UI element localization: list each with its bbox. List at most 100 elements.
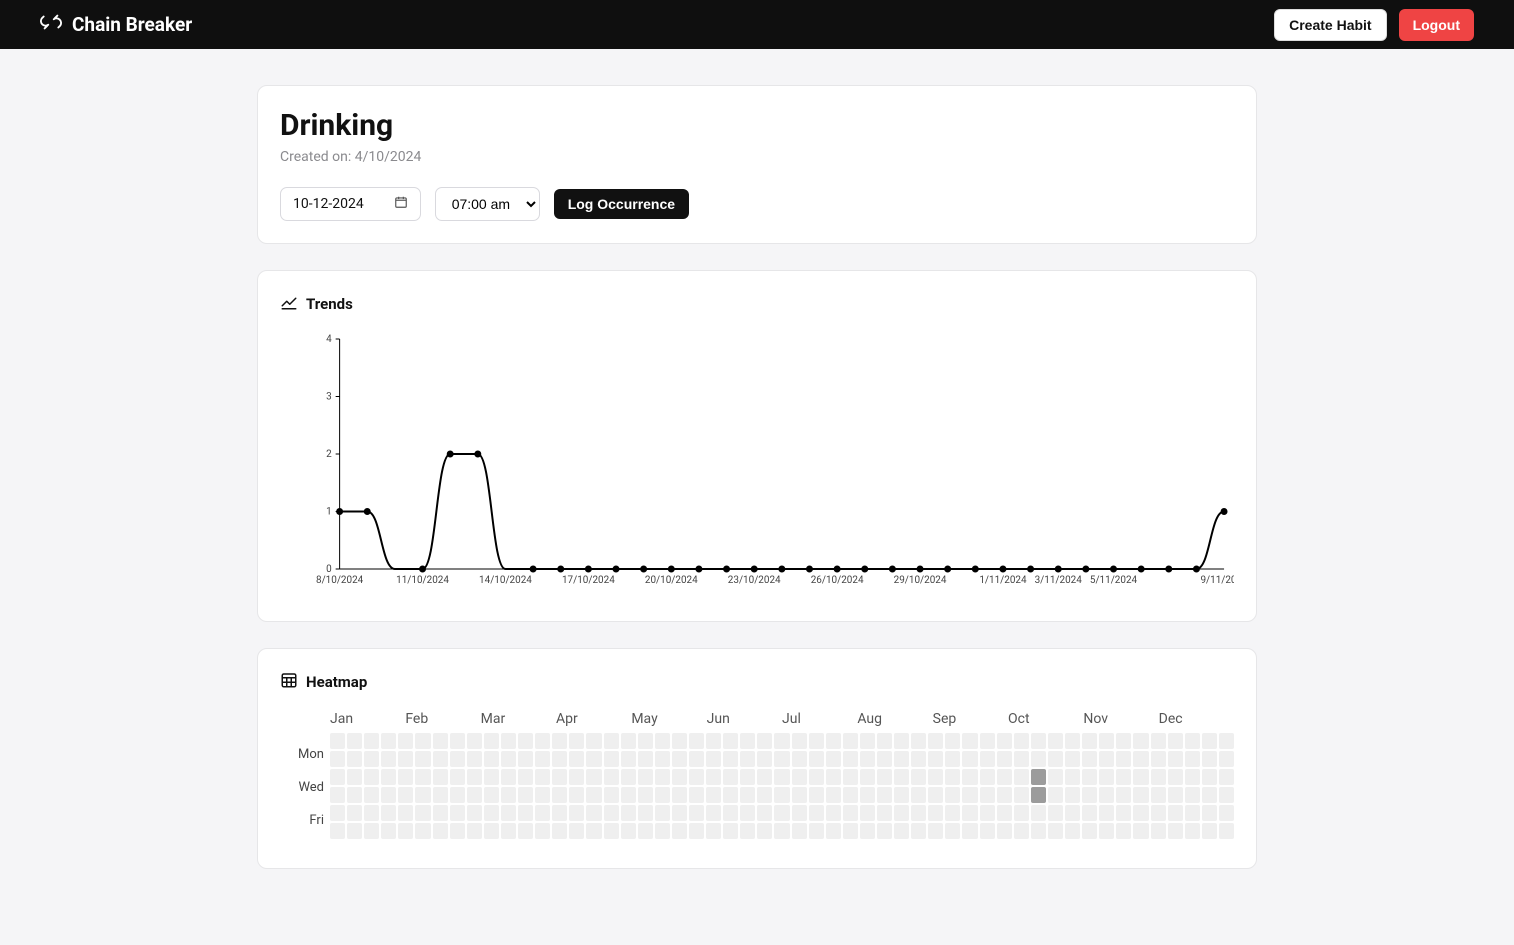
heatmap-cell[interactable] <box>621 769 636 785</box>
heatmap-cell[interactable] <box>330 733 345 749</box>
heatmap-cell[interactable] <box>740 751 755 767</box>
heatmap-cell[interactable] <box>1082 805 1097 821</box>
heatmap-cell[interactable] <box>569 787 584 803</box>
heatmap-cell[interactable] <box>1082 769 1097 785</box>
heatmap-cell[interactable] <box>672 787 687 803</box>
heatmap-cell[interactable] <box>1099 805 1114 821</box>
heatmap-cell[interactable] <box>877 787 892 803</box>
heatmap-cell[interactable] <box>364 787 379 803</box>
heatmap-cell[interactable] <box>1099 733 1114 749</box>
heatmap-cell[interactable] <box>1219 769 1234 785</box>
heatmap-cell[interactable] <box>655 787 670 803</box>
heatmap-cell[interactable] <box>843 751 858 767</box>
heatmap-cell[interactable] <box>1014 733 1029 749</box>
heatmap-cell[interactable] <box>1202 787 1217 803</box>
heatmap-cell[interactable] <box>843 733 858 749</box>
heatmap-cell[interactable] <box>638 769 653 785</box>
heatmap-cell[interactable] <box>467 769 482 785</box>
heatmap-cell[interactable] <box>433 787 448 803</box>
heatmap-cell[interactable] <box>689 769 704 785</box>
heatmap-cell[interactable] <box>706 787 721 803</box>
heatmap-cell[interactable] <box>655 769 670 785</box>
heatmap-cell[interactable] <box>604 823 619 839</box>
heatmap-cell[interactable] <box>689 733 704 749</box>
heatmap-cell[interactable] <box>1219 823 1234 839</box>
heatmap-cell[interactable] <box>672 751 687 767</box>
heatmap-cell[interactable] <box>997 823 1012 839</box>
heatmap-cell[interactable] <box>501 787 516 803</box>
heatmap-cell[interactable] <box>706 769 721 785</box>
heatmap-cell[interactable] <box>1168 787 1183 803</box>
heatmap-cell[interactable] <box>894 751 909 767</box>
heatmap-cell[interactable] <box>757 769 772 785</box>
heatmap-cell[interactable] <box>1151 805 1166 821</box>
heatmap-cell[interactable] <box>894 823 909 839</box>
heatmap-cell[interactable] <box>1116 751 1131 767</box>
heatmap-cell[interactable] <box>1099 787 1114 803</box>
heatmap-cell[interactable] <box>484 823 499 839</box>
heatmap-cell[interactable] <box>706 823 721 839</box>
heatmap-cell[interactable] <box>877 823 892 839</box>
heatmap-cell[interactable] <box>381 805 396 821</box>
heatmap-cell[interactable] <box>552 733 567 749</box>
heatmap-cell[interactable] <box>723 769 738 785</box>
heatmap-cell[interactable] <box>1219 751 1234 767</box>
heatmap-cell[interactable] <box>672 769 687 785</box>
heatmap-cell[interactable] <box>586 805 601 821</box>
heatmap-cell[interactable] <box>1185 823 1200 839</box>
heatmap-cell[interactable] <box>484 733 499 749</box>
heatmap-cell[interactable] <box>535 733 550 749</box>
heatmap-cell[interactable] <box>740 787 755 803</box>
heatmap-cell[interactable] <box>518 769 533 785</box>
heatmap-cell[interactable] <box>962 787 977 803</box>
heatmap-cell[interactable] <box>877 751 892 767</box>
heatmap-cell[interactable] <box>655 805 670 821</box>
heatmap-cell[interactable] <box>1065 751 1080 767</box>
heatmap-cell[interactable] <box>1202 769 1217 785</box>
heatmap-cell[interactable] <box>1219 805 1234 821</box>
heatmap-cell[interactable] <box>1168 823 1183 839</box>
heatmap-cell[interactable] <box>723 823 738 839</box>
heatmap-cell[interactable] <box>1168 751 1183 767</box>
heatmap-cell[interactable] <box>997 805 1012 821</box>
heatmap-cell[interactable] <box>945 751 960 767</box>
heatmap-cell[interactable] <box>928 787 943 803</box>
heatmap-cell[interactable] <box>980 823 995 839</box>
heatmap-cell[interactable] <box>415 805 430 821</box>
time-select[interactable]: 07:00 am <box>435 187 540 221</box>
heatmap-cell[interactable] <box>774 733 789 749</box>
heatmap-cell[interactable] <box>911 733 926 749</box>
heatmap-cell[interactable] <box>364 805 379 821</box>
heatmap-cell[interactable] <box>1151 751 1166 767</box>
heatmap-cell[interactable] <box>638 751 653 767</box>
heatmap-cell[interactable] <box>962 805 977 821</box>
heatmap-cell[interactable] <box>1099 751 1114 767</box>
heatmap-cell[interactable] <box>843 787 858 803</box>
heatmap-cell[interactable] <box>1151 769 1166 785</box>
heatmap-cell[interactable] <box>364 823 379 839</box>
heatmap-cell[interactable] <box>364 733 379 749</box>
heatmap-cell[interactable] <box>962 751 977 767</box>
heatmap-cell[interactable] <box>638 733 653 749</box>
heatmap-cell[interactable] <box>330 787 345 803</box>
heatmap-cell[interactable] <box>1133 787 1148 803</box>
heatmap-cell[interactable] <box>364 769 379 785</box>
heatmap-cell[interactable] <box>757 787 772 803</box>
log-occurrence-button[interactable]: Log Occurrence <box>554 189 689 219</box>
heatmap-cell[interactable] <box>398 751 413 767</box>
heatmap-cell[interactable] <box>604 787 619 803</box>
heatmap-cell[interactable] <box>774 805 789 821</box>
heatmap-cell[interactable] <box>792 769 807 785</box>
heatmap-cell[interactable] <box>1116 787 1131 803</box>
heatmap-cell[interactable] <box>398 805 413 821</box>
heatmap-cell[interactable] <box>894 769 909 785</box>
heatmap-cell[interactable] <box>1065 787 1080 803</box>
heatmap-cell[interactable] <box>740 823 755 839</box>
heatmap-cell[interactable] <box>723 787 738 803</box>
heatmap-cell[interactable] <box>826 751 841 767</box>
heatmap-cell[interactable] <box>484 787 499 803</box>
heatmap-cell[interactable] <box>621 787 636 803</box>
heatmap-cell[interactable] <box>1099 769 1114 785</box>
heatmap-cell[interactable] <box>501 823 516 839</box>
heatmap-cell[interactable] <box>330 769 345 785</box>
